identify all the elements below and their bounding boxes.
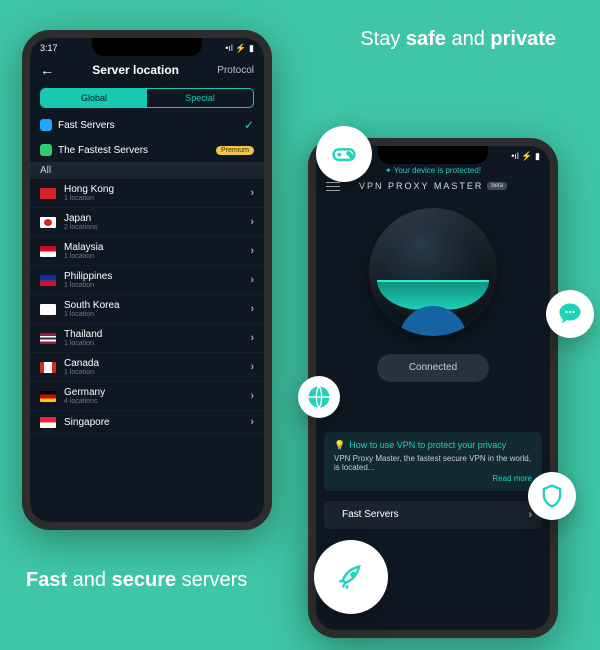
hero-illustration bbox=[316, 194, 550, 336]
server-locations: 4 locations bbox=[64, 398, 105, 405]
flag-icon bbox=[40, 246, 56, 257]
server-row[interactable]: Canada1 location › bbox=[30, 353, 264, 382]
bolt-icon bbox=[40, 119, 52, 131]
flag-icon bbox=[40, 333, 56, 344]
back-button[interactable]: ← bbox=[40, 62, 54, 78]
chevron-right-icon: › bbox=[250, 416, 254, 428]
server-row[interactable]: Malaysia1 location › bbox=[30, 237, 264, 266]
check-icon: ✓ bbox=[244, 118, 254, 132]
tagline-top: Stay safe and private bbox=[360, 28, 556, 51]
fast-servers-label: Fast Servers bbox=[58, 120, 115, 131]
phone-notch bbox=[92, 38, 202, 56]
flag-icon bbox=[40, 188, 56, 199]
chevron-right-icon: › bbox=[250, 332, 254, 344]
section-all: All bbox=[30, 162, 264, 179]
server-row[interactable]: Singapore › bbox=[30, 411, 264, 434]
fastest-servers-label: The Fastest Servers bbox=[58, 145, 148, 156]
helmet-icon bbox=[369, 208, 497, 336]
gamepad-icon bbox=[316, 126, 372, 182]
fast-servers-row[interactable]: Fast Servers ✓ bbox=[30, 112, 264, 138]
flag-icon bbox=[40, 217, 56, 228]
server-row-label: Fast Servers bbox=[342, 509, 399, 520]
server-row[interactable]: Japan2 locations › bbox=[30, 208, 264, 237]
segmented-control: Global Special bbox=[40, 88, 254, 108]
chevron-right-icon: › bbox=[250, 390, 254, 402]
phone-notch bbox=[378, 146, 488, 164]
app-brand: VPN PROXY MASTER beta bbox=[359, 181, 507, 191]
status-time: 3:17 bbox=[40, 43, 58, 53]
server-name: Philippines bbox=[64, 271, 112, 282]
server-locations: 1 location bbox=[64, 369, 99, 376]
flag-icon bbox=[40, 304, 56, 315]
tagline-bottom: Fast and secure servers bbox=[26, 569, 247, 592]
page-title: Server location bbox=[92, 63, 179, 77]
tip-card[interactable]: 💡How to use VPN to protect your privacy … bbox=[324, 432, 542, 491]
flag-icon bbox=[40, 391, 56, 402]
tab-global[interactable]: Global bbox=[41, 89, 147, 107]
server-name: Singapore bbox=[64, 417, 110, 428]
server-row[interactable]: South Korea1 location › bbox=[30, 295, 264, 324]
server-locations: 1 location bbox=[64, 282, 112, 289]
tab-special[interactable]: Special bbox=[147, 89, 253, 107]
phone-server-list: 3:17 •ıl ⚡ ▮ ← Server location Protocol … bbox=[22, 30, 272, 530]
shield-icon bbox=[528, 472, 576, 520]
lightbulb-icon: 💡 bbox=[334, 440, 345, 451]
tip-title: How to use VPN to protect your privacy bbox=[349, 440, 506, 450]
protocol-link[interactable]: Protocol bbox=[217, 65, 254, 76]
server-locations: 2 locations bbox=[64, 224, 97, 231]
server-name: Hong Kong bbox=[64, 184, 114, 195]
connect-button[interactable]: Connected bbox=[377, 354, 489, 382]
server-locations: 1 location bbox=[64, 253, 103, 260]
fastest-servers-row[interactable]: The Fastest Servers Premium bbox=[30, 138, 264, 162]
server-name: Germany bbox=[64, 387, 105, 398]
globe-icon bbox=[298, 376, 340, 418]
premium-badge: Premium bbox=[216, 146, 254, 155]
tip-body: VPN Proxy Master, the fastest secure VPN… bbox=[334, 454, 532, 472]
server-name: Canada bbox=[64, 358, 99, 369]
server-name: Japan bbox=[64, 213, 97, 224]
status-indicators: •ıl ⚡ ▮ bbox=[225, 43, 254, 54]
server-locations: 1 location bbox=[64, 195, 114, 202]
chevron-right-icon: › bbox=[250, 303, 254, 315]
server-row[interactable]: Germany4 locations › bbox=[30, 382, 264, 411]
flag-icon bbox=[40, 275, 56, 286]
flag-icon bbox=[40, 362, 56, 373]
server-locations: 1 location bbox=[64, 340, 102, 347]
server-name: Thailand bbox=[64, 329, 102, 340]
chevron-right-icon: › bbox=[528, 509, 532, 521]
flag-icon bbox=[40, 417, 56, 428]
chevron-right-icon: › bbox=[250, 361, 254, 373]
server-name: Malaysia bbox=[64, 242, 103, 253]
chevron-right-icon: › bbox=[250, 245, 254, 257]
chevron-right-icon: › bbox=[250, 274, 254, 286]
server-row[interactable]: Thailand1 location › bbox=[30, 324, 264, 353]
star-icon bbox=[40, 144, 52, 156]
chevron-right-icon: › bbox=[250, 187, 254, 199]
server-name: South Korea bbox=[64, 300, 120, 311]
server-list: Hong Kong1 location›Japan2 locations›Mal… bbox=[30, 179, 264, 434]
server-row[interactable]: Philippines1 location › bbox=[30, 266, 264, 295]
rocket-icon bbox=[314, 540, 388, 614]
server-row[interactable]: Hong Kong1 location › bbox=[30, 179, 264, 208]
chat-icon bbox=[546, 290, 594, 338]
read-more-link[interactable]: Read more bbox=[334, 474, 532, 483]
server-picker-row[interactable]: Fast Servers › bbox=[324, 501, 542, 529]
status-indicators: •ıl ⚡ ▮ bbox=[511, 151, 540, 162]
beta-badge: beta bbox=[487, 182, 507, 190]
chevron-right-icon: › bbox=[250, 216, 254, 228]
server-locations: 1 location bbox=[64, 311, 120, 318]
